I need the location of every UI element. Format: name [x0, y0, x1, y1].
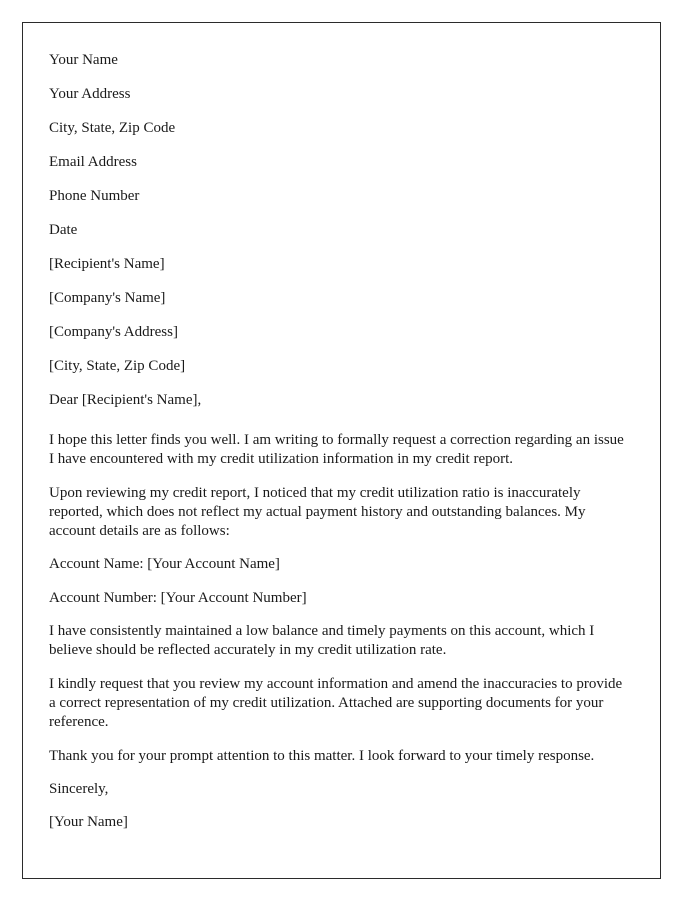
recipient-city-state-zip: [City, State, Zip Code]	[49, 358, 186, 374]
paragraph-request: I kindly request that you review my acco…	[49, 675, 623, 731]
sender-city-state-zip: City, State, Zip Code	[49, 120, 176, 136]
account-name-line: Account Name: [Your Account Name]	[49, 556, 280, 573]
paragraph-issue-description: Upon reviewing my credit report, I notic…	[49, 484, 586, 540]
letter-content: Your Name Your Address City, State, Zip …	[49, 43, 629, 832]
sender-block: Your Name Your Address City, State, Zip …	[49, 43, 629, 247]
recipient-block: [Recipient's Name] [Company's Name] [Com…	[49, 247, 629, 383]
sender-phone: Phone Number	[49, 188, 140, 204]
recipient-company-name: [Company's Name]	[49, 290, 166, 306]
sender-address: Your Address	[49, 86, 131, 102]
letter-date: Date	[49, 222, 78, 238]
salutation: Dear [Recipient's Name],	[49, 392, 202, 408]
sender-name: Your Name	[49, 52, 118, 68]
account-number-line: Account Number: [Your Account Number]	[49, 589, 307, 606]
recipient-name: [Recipient's Name]	[49, 256, 165, 272]
paragraph-payment-history: I have consistently maintained a low bal…	[49, 623, 595, 659]
closing-salutation: Sincerely,	[49, 780, 109, 797]
paragraph-opening: I hope this letter finds you well. I am …	[49, 432, 624, 468]
letter-page: Your Name Your Address City, State, Zip …	[22, 22, 661, 879]
signature-name: [Your Name]	[49, 814, 128, 831]
paragraph-thank-you: Thank you for your prompt attention to t…	[49, 747, 595, 764]
sender-email: Email Address	[49, 154, 137, 170]
recipient-company-address: [Company's Address]	[49, 324, 178, 340]
